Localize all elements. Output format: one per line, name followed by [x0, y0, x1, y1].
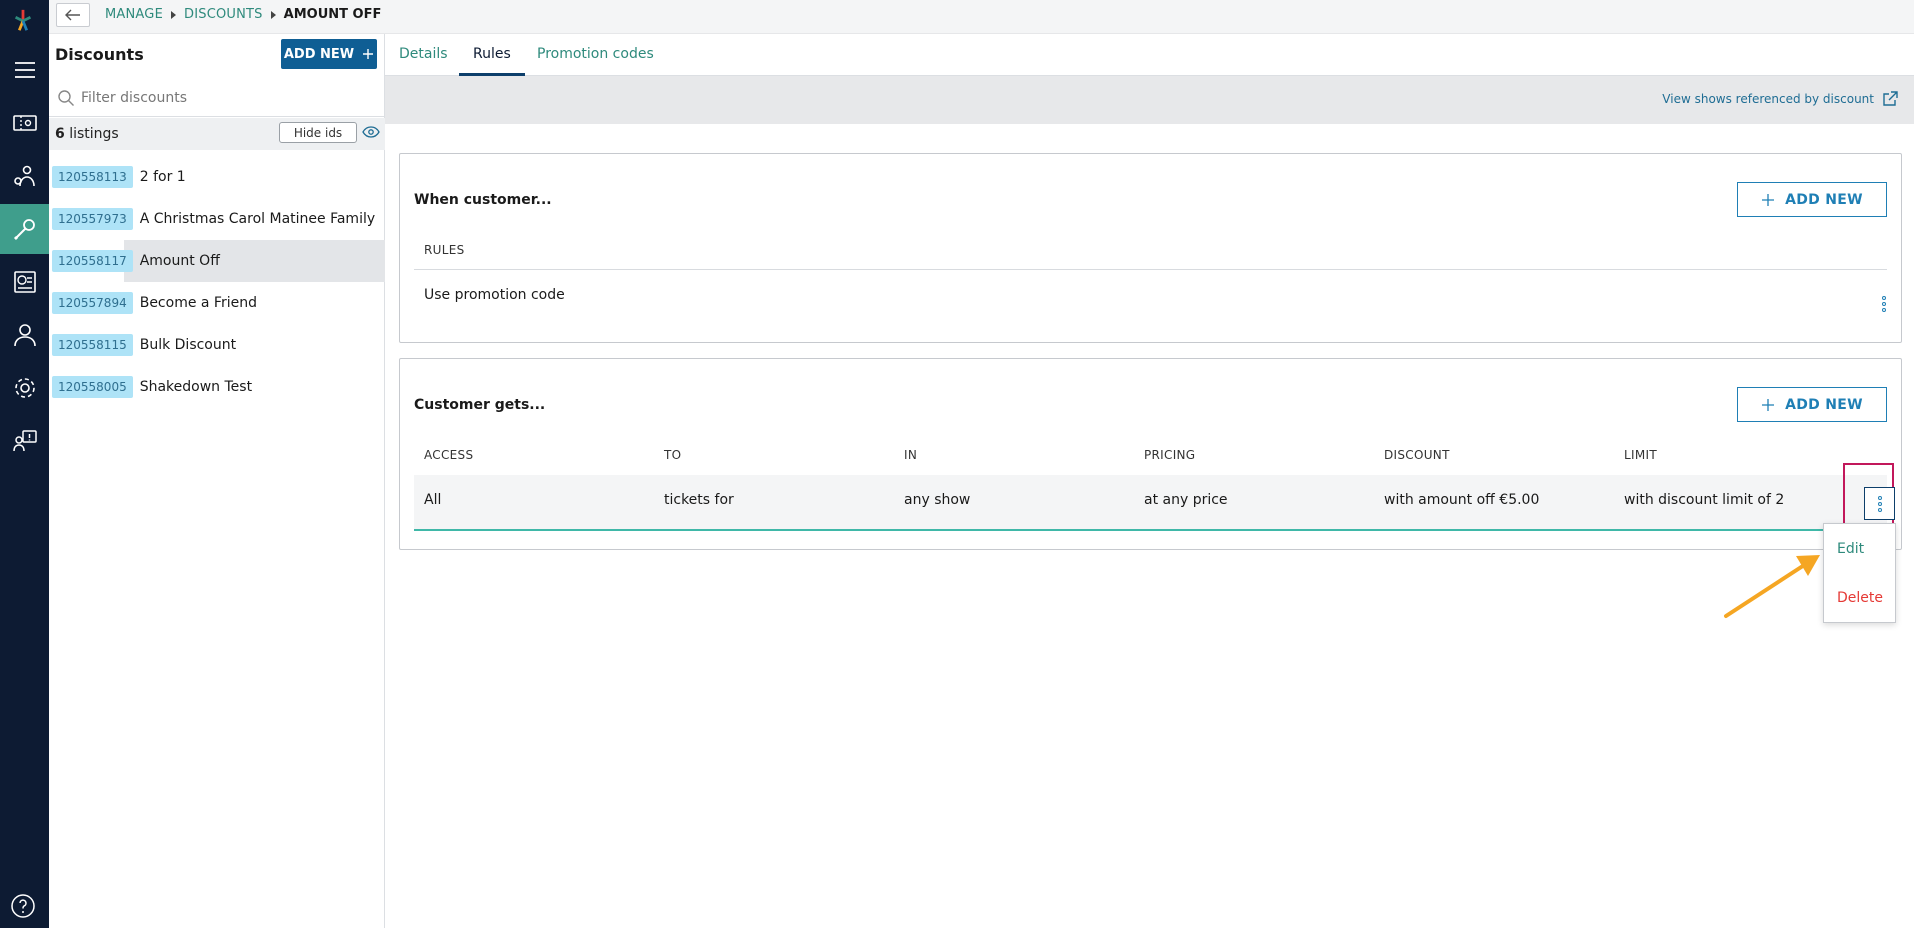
menu-item-edit[interactable]: Edit — [1837, 541, 1864, 557]
column-header-to: TO — [664, 448, 682, 462]
customer-gets-card: Customer gets... ADD NEW ACCESS TO IN PR… — [399, 358, 1902, 550]
tab-rules[interactable]: Rules — [459, 34, 525, 76]
plus-icon — [1762, 193, 1775, 206]
view-shows-link[interactable]: View shows referenced by discount — [1662, 91, 1898, 107]
cell-to: tickets for — [664, 492, 734, 508]
discounts-sidebar: Discounts ADD NEW 6 listings Hide ids 12… — [49, 34, 385, 928]
reports-icon[interactable] — [0, 257, 49, 307]
menu-icon[interactable] — [0, 45, 49, 95]
customer-gets-title: Customer gets... — [414, 397, 546, 413]
divider — [414, 269, 1887, 270]
list-item-label: Amount Off — [139, 253, 220, 269]
filter-discounts-input[interactable] — [81, 89, 361, 106]
column-header-in: IN — [904, 448, 918, 462]
breadcrumb-separator-icon — [270, 10, 276, 19]
breadcrumb-manage[interactable]: MANAGE — [105, 7, 163, 22]
list-item[interactable]: 120558005 Shakedown Test — [49, 366, 385, 408]
id-badge: 120557894 — [52, 292, 133, 314]
breadcrumb-bar: MANAGE DISCOUNTS AMOUNT OFF — [49, 0, 1914, 34]
row-context-menu: Edit Delete — [1823, 523, 1896, 623]
search-icon — [58, 89, 74, 106]
tools-icon[interactable] — [0, 204, 49, 254]
back-button[interactable] — [56, 3, 90, 27]
listing-bar: 6 listings Hide ids — [49, 118, 385, 150]
cell-in: any show — [904, 492, 971, 508]
arrow-left-icon — [65, 9, 80, 21]
add-rule-button[interactable]: ADD NEW — [1737, 182, 1887, 217]
discount-list: 120558113 2 for 1 120557973 A Christmas … — [49, 156, 385, 408]
cell-limit: with discount limit of 2 — [1624, 492, 1785, 508]
app-logo-icon[interactable] — [10, 8, 38, 36]
filter-bar — [49, 79, 385, 117]
tab-promotion-codes[interactable]: Promotion codes — [537, 34, 654, 76]
breadcrumb-current: AMOUNT OFF — [283, 7, 382, 22]
reference-bar: View shows referenced by discount — [385, 76, 1914, 124]
add-new-label: ADD NEW — [283, 46, 355, 62]
eye-icon[interactable] — [362, 126, 380, 138]
add-new-label: ADD NEW — [1785, 396, 1863, 413]
plus-icon — [363, 49, 374, 59]
hide-ids-button[interactable]: Hide ids — [279, 122, 357, 143]
rule-cell: Use promotion code — [424, 287, 565, 303]
list-item-label: Bulk Discount — [139, 337, 237, 353]
list-item[interactable]: 120558113 2 for 1 — [49, 156, 385, 198]
listing-count: 6 listings — [55, 126, 119, 142]
breadcrumb-discounts[interactable]: DISCOUNTS — [184, 7, 263, 22]
list-item[interactable]: 120557973 A Christmas Carol Matinee Fami… — [49, 198, 385, 240]
help-icon[interactable] — [10, 893, 36, 923]
row-actions-button[interactable] — [1864, 487, 1895, 520]
menu-item-delete[interactable]: Delete — [1837, 590, 1883, 606]
list-item-label: 2 for 1 — [139, 169, 186, 185]
id-badge: 120557973 — [52, 208, 133, 230]
person-icon[interactable] — [0, 310, 49, 360]
support-icon[interactable] — [0, 416, 49, 466]
column-header-discount: DISCOUNT — [1384, 448, 1450, 462]
rules-column-header: RULES — [424, 243, 465, 257]
add-new-discount-button[interactable]: ADD NEW — [281, 39, 377, 69]
external-link-icon — [1883, 91, 1898, 106]
add-new-label: ADD NEW — [1785, 191, 1863, 208]
list-item-label: Become a Friend — [139, 295, 257, 311]
cell-access: All — [424, 492, 442, 508]
sidebar-title: Discounts — [55, 45, 144, 64]
breadcrumb-separator-icon — [171, 10, 176, 19]
breadcrumb: MANAGE DISCOUNTS AMOUNT OFF — [105, 7, 381, 22]
when-customer-title: When customer... — [414, 192, 552, 208]
tab-bar: Details Rules Promotion codes — [385, 34, 1914, 76]
column-header-access: ACCESS — [424, 448, 474, 462]
list-item[interactable]: 120558115 Bulk Discount — [49, 324, 385, 366]
users-icon[interactable] — [0, 151, 49, 201]
list-item-selected[interactable]: 120558117 Amount Off — [49, 240, 385, 282]
column-header-limit: LIMIT — [1624, 448, 1657, 462]
cell-pricing: at any price — [1144, 492, 1228, 508]
gear-icon[interactable] — [0, 363, 49, 413]
id-badge: 120558113 — [52, 166, 133, 188]
when-customer-card: When customer... ADD NEW RULES Use promo… — [399, 153, 1902, 343]
tab-details[interactable]: Details — [399, 34, 448, 76]
add-benefit-button[interactable]: ADD NEW — [1737, 387, 1887, 422]
annotation-arrow-icon — [1724, 555, 1820, 618]
column-header-pricing: PRICING — [1144, 448, 1196, 462]
nav-rail — [0, 0, 49, 928]
kebab-menu-icon[interactable] — [1874, 293, 1894, 315]
list-item[interactable]: 120557894 Become a Friend — [49, 282, 385, 324]
list-item-label: Shakedown Test — [139, 379, 253, 395]
view-shows-label: View shows referenced by discount — [1662, 92, 1874, 106]
id-badge: 120558115 — [52, 334, 133, 356]
id-badge: 120558005 — [52, 376, 133, 398]
kebab-menu-icon — [1865, 488, 1894, 519]
plus-icon — [1762, 398, 1775, 411]
ticket-icon[interactable] — [0, 98, 49, 148]
id-badge: 120558117 — [52, 250, 133, 272]
list-item-label: A Christmas Carol Matinee Family — [139, 211, 376, 227]
cell-discount: with amount off €5.00 — [1384, 492, 1540, 508]
